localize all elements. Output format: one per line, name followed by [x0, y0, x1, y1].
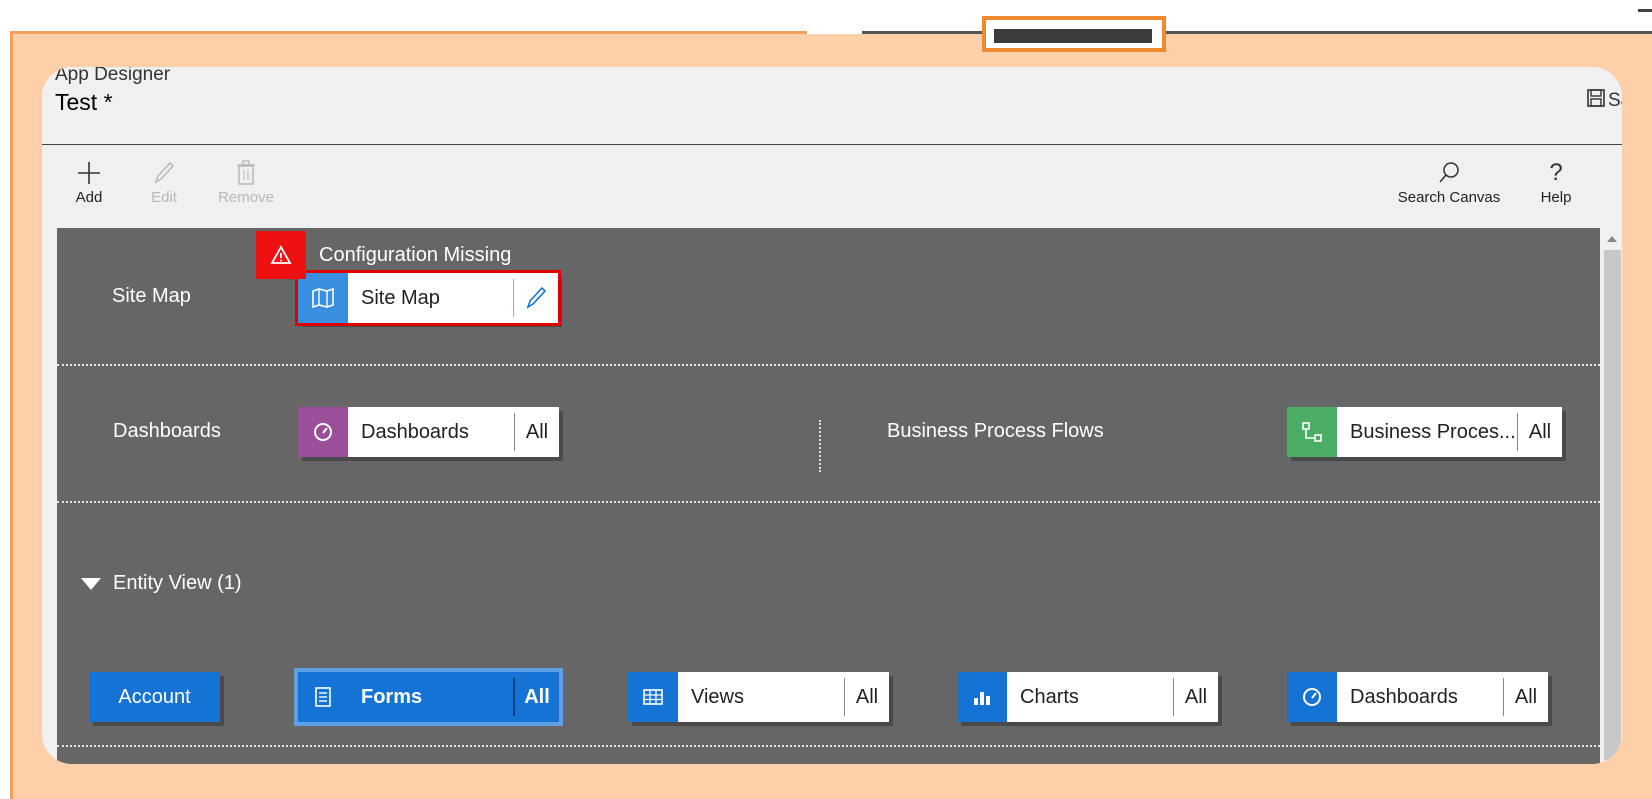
- entity-dashboards-tile-label: Dashboards: [1350, 685, 1458, 708]
- bpf-tile-label: Business Proces...: [1350, 420, 1516, 443]
- charts-tile[interactable]: Charts All: [957, 672, 1218, 722]
- sitemap-row-label: Site Map: [112, 285, 191, 307]
- save-label: Sa: [1608, 90, 1622, 111]
- row-separator: [57, 745, 1600, 747]
- page-title: Test *: [55, 89, 113, 115]
- vertical-scrollbar[interactable]: [1602, 228, 1622, 764]
- views-tile-label: Views: [691, 685, 744, 708]
- edit-button[interactable]: Edit: [142, 157, 186, 206]
- entity-view-label: Entity View (1): [113, 572, 242, 594]
- help-button[interactable]: ? Help: [1536, 157, 1576, 206]
- caret-down-icon: [81, 577, 101, 590]
- scroll-up-icon[interactable]: [1607, 236, 1617, 242]
- grid-icon: [628, 672, 678, 722]
- account-entity-button[interactable]: Account: [89, 672, 220, 722]
- process-flow-icon: [1287, 407, 1337, 457]
- row-separator: [57, 501, 1600, 503]
- sitemap-tile-label: Site Map: [361, 286, 440, 309]
- column-divider: [819, 420, 821, 472]
- row-separator: [57, 364, 1600, 366]
- search-canvas-label: Search Canvas: [1397, 189, 1501, 206]
- dashboard-gauge-icon: [298, 407, 348, 457]
- search-canvas-button[interactable]: Search Canvas: [1394, 157, 1504, 206]
- config-missing-badge: Configuration Missing: [256, 231, 511, 279]
- sitemap-tile[interactable]: Site Map: [295, 270, 561, 326]
- designer-canvas: Site Map Site Map Dashboards Dashboards …: [57, 228, 1600, 764]
- top-dash: [1638, 9, 1652, 12]
- charts-all-button[interactable]: All: [1173, 678, 1218, 716]
- add-button[interactable]: Add: [67, 157, 111, 206]
- plus-icon: [67, 157, 111, 189]
- forms-all-button[interactable]: All: [513, 678, 559, 716]
- views-all-button[interactable]: All: [844, 678, 889, 716]
- help-icon: ?: [1549, 159, 1563, 186]
- form-icon: [298, 672, 348, 722]
- entity-dashboards-all-button[interactable]: All: [1503, 678, 1548, 716]
- scroll-thumb[interactable]: [1604, 250, 1621, 760]
- edit-label: Edit: [151, 189, 177, 206]
- dashboards-tile-label: Dashboards: [361, 420, 469, 443]
- remove-label: Remove: [218, 189, 274, 206]
- toolbar: Add Edit Remove Search Canvas ? Help: [42, 145, 1622, 227]
- add-label: Add: [75, 189, 103, 206]
- sitemap-edit-icon[interactable]: [513, 279, 558, 317]
- bar-chart-icon: [957, 672, 1007, 722]
- bpf-tile[interactable]: Business Proces... All: [1287, 407, 1562, 457]
- bpf-all-button[interactable]: All: [1517, 413, 1562, 451]
- search-icon: [1394, 157, 1504, 189]
- save-button[interactable]: Sa: [1587, 89, 1622, 113]
- help-label: Help: [1540, 189, 1572, 206]
- dashboards-tile[interactable]: Dashboards All: [298, 407, 559, 457]
- entity-dashboards-tile[interactable]: Dashboards All: [1287, 672, 1548, 722]
- trash-icon: [216, 157, 276, 189]
- dashboards-row-label: Dashboards: [113, 420, 221, 442]
- dashboards-all-button[interactable]: All: [514, 413, 559, 451]
- charts-tile-label: Charts: [1020, 685, 1079, 708]
- app-designer-window: App Designer Test * Sa Add Edit Remove: [42, 67, 1622, 764]
- forms-tile-label: Forms: [361, 685, 423, 708]
- config-missing-text: Configuration Missing: [319, 243, 512, 266]
- dashboard-gauge-icon: [1287, 672, 1337, 722]
- map-icon: [298, 273, 348, 323]
- views-tile[interactable]: Views All: [628, 672, 889, 722]
- app-label: App Designer: [55, 67, 171, 85]
- forms-tile[interactable]: Forms All: [294, 668, 563, 726]
- remove-button[interactable]: Remove: [216, 157, 276, 206]
- bpf-row-label: Business Process Flows: [887, 420, 1104, 442]
- drag-handle[interactable]: [982, 16, 1166, 52]
- pencil-icon: [142, 157, 186, 189]
- header: App Designer Test * Sa: [42, 67, 1622, 145]
- save-icon: [1587, 89, 1605, 113]
- entity-view-toggle[interactable]: Entity View (1): [81, 572, 242, 595]
- warning-icon: [256, 231, 306, 279]
